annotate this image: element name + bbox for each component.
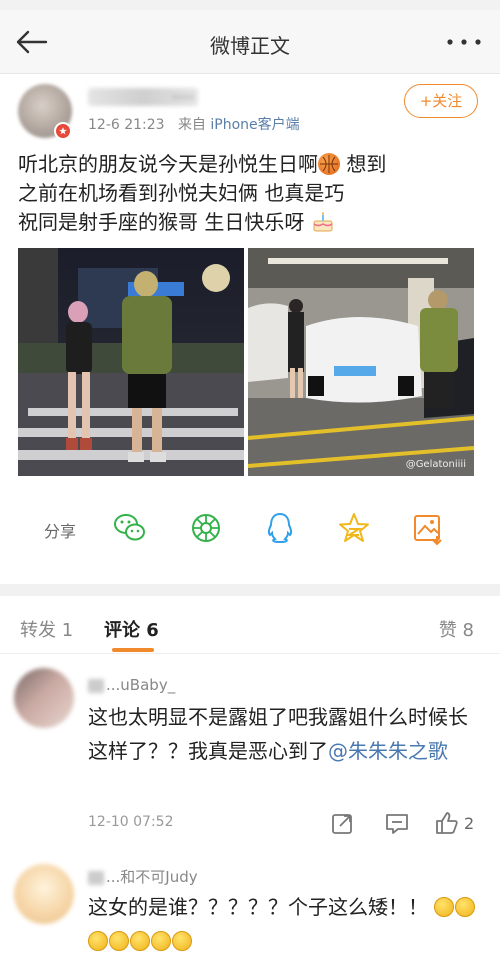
like-count: 2 <box>464 814 475 833</box>
commenter-name-text: ...和不可Judy <box>106 868 198 886</box>
verified-badge-icon <box>54 122 72 140</box>
laugh-emoji-icon <box>455 897 476 917</box>
qq-icon[interactable] <box>262 510 298 546</box>
share-label: 分享 <box>44 522 77 541</box>
shocked-emoji-icon <box>172 931 192 951</box>
basketball-emoji-icon <box>318 153 340 175</box>
comment-body: 这女的是谁？？？？？个子这么矮！！ <box>88 895 428 919</box>
post-source[interactable]: iPhone客户端 <box>210 117 299 133</box>
share-bar: 分享 <box>0 502 500 552</box>
name-blur <box>88 678 104 693</box>
follow-button[interactable]: +关注 <box>404 84 478 118</box>
save-image-icon[interactable] <box>410 510 446 546</box>
mention-link[interactable]: @朱朱朱之歌 <box>328 739 448 763</box>
thinking-emoji-icon <box>434 897 455 917</box>
from-label: 来自 <box>177 117 206 133</box>
commenter-name[interactable]: ...和不可Judy <box>88 866 198 887</box>
post-text-line2: 之前在机场看到孙悦夫妇俩 也真是巧 <box>18 181 345 205</box>
name-blur <box>88 870 104 885</box>
like-icon[interactable] <box>434 810 460 836</box>
reply-icon[interactable] <box>384 810 410 836</box>
qzone-star-icon[interactable] <box>336 510 372 546</box>
comment-time: 12-10 07:52 <box>88 814 174 830</box>
laugh-emoji-icon <box>109 931 129 951</box>
post-photo-1[interactable] <box>18 248 244 476</box>
page-title: 微博正文 <box>210 34 290 58</box>
commenter-avatar[interactable] <box>14 864 74 924</box>
commenter-name-text: ...uBaby_ <box>106 676 176 694</box>
author-name-text: ..... <box>171 86 194 102</box>
comment-text: 这女的是谁？？？？？个子这么矮！！ <box>88 890 478 958</box>
post-time: 12-6 21:23 <box>88 117 165 133</box>
comment-item: ...uBaby_ 这也太明显不是露姐了吧我露姐什么时候长这样了？？我真是恶心到… <box>0 660 500 846</box>
author-name[interactable]: ..... <box>88 86 198 106</box>
post-body: 听北京的朋友说今天是孙悦生日啊 想到 之前在机场看到孙悦夫妇俩 也真是巧 祝同是… <box>18 150 488 237</box>
tab-comments[interactable]: 评论 6 <box>104 616 159 642</box>
post-header: ..... 12-6 21:23 来自 iPhone客户端 +关注 <box>0 74 500 144</box>
shocked-emoji-icon <box>130 931 150 951</box>
moments-icon[interactable] <box>188 510 224 546</box>
comment-text: 这也太明显不是露姐了吧我露姐什么时候长这样了？？我真是恶心到了@朱朱朱之歌 <box>88 700 478 768</box>
repost-icon[interactable] <box>330 810 356 836</box>
photo-watermark: @Gelatoniiii <box>405 459 466 470</box>
tab-bar: 转发 1 评论 6 赞 8 <box>0 596 500 654</box>
post-text-line3: 祝同是射手座的猴哥 生日快乐呀 <box>18 210 305 234</box>
tab-likes[interactable]: 赞 8 <box>439 616 474 642</box>
post-text-line1: 听北京的朋友说今天是孙悦生日啊 <box>18 152 318 176</box>
post-meta: 12-6 21:23 来自 iPhone客户端 <box>88 114 300 134</box>
more-dots-icon[interactable] <box>444 30 484 54</box>
post-text-line1b: 想到 <box>340 152 387 176</box>
commenter-avatar[interactable] <box>14 668 74 728</box>
commenter-name[interactable]: ...uBaby_ <box>88 676 175 694</box>
section-divider <box>0 584 500 596</box>
status-bar <box>0 0 500 10</box>
laugh-emoji-icon <box>88 931 108 951</box>
nav-bar: 微博正文 <box>0 10 500 74</box>
post-photo-2[interactable]: @Gelatoniiii <box>248 248 474 476</box>
shocked-emoji-icon <box>151 931 171 951</box>
cake-emoji-icon <box>313 212 333 232</box>
comment-item: ...和不可Judy 这女的是谁？？？？？个子这么矮！！ <box>0 856 500 974</box>
active-tab-indicator <box>112 648 154 652</box>
tab-repost[interactable]: 转发 1 <box>20 616 73 642</box>
wechat-icon[interactable] <box>112 510 148 546</box>
